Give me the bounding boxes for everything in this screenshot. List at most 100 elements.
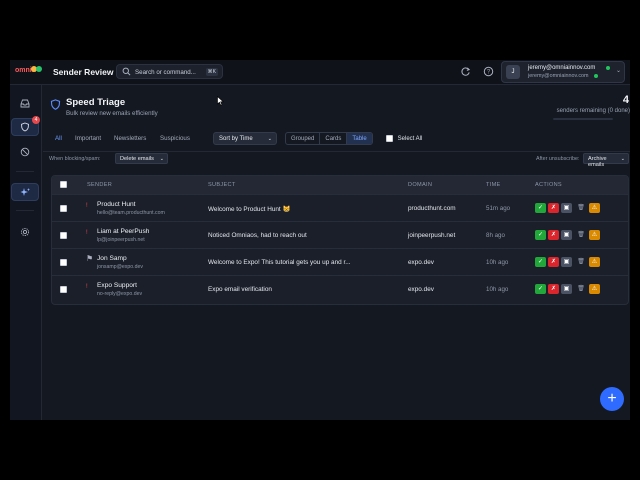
row-checkbox[interactable] — [60, 205, 67, 212]
blocking-select[interactable]: Delete emails ⌄ — [115, 153, 168, 164]
sender-domain: joinpeerpush.net — [408, 232, 456, 239]
block-button[interactable]: ✗ — [548, 284, 559, 294]
spam-button[interactable]: ⚠ — [589, 203, 600, 213]
svg-text:?: ? — [487, 70, 491, 76]
keep-button[interactable]: ✓ — [535, 203, 546, 213]
table-row[interactable]: ⚑ Jon Samp jonsamp@expo.dev Welcome to Expo… — [52, 248, 628, 275]
view-cards[interactable]: Cards — [320, 133, 348, 144]
unsubscribe-select[interactable]: Archive emails ⌄ — [583, 153, 629, 168]
refresh-icon[interactable] — [460, 66, 471, 77]
filter-bar: All Important Newsletters Suspicious Sor… — [43, 128, 630, 152]
chevron-down-icon: ⌄ — [159, 156, 164, 162]
row-checkbox[interactable] — [60, 259, 67, 266]
archive-button[interactable]: ▣ — [561, 257, 572, 267]
block-button[interactable]: ✗ — [548, 230, 559, 240]
table-row[interactable]: ! Expo Support no-reply@expo.dev Expo email… — [52, 275, 628, 302]
progress-bar — [553, 118, 613, 120]
spam-button[interactable]: ⚠ — [589, 257, 600, 267]
spam-button[interactable]: ⚠ — [589, 284, 600, 294]
table-row[interactable]: ! Liam at PeerPush lp@joinpeerpush.net Noti… — [52, 221, 628, 248]
search-placeholder: Search or command... — [135, 68, 196, 76]
tab-important[interactable]: Important — [75, 135, 101, 142]
mouse-cursor — [217, 93, 225, 111]
block-button[interactable]: ✗ — [548, 203, 559, 213]
row-checkbox[interactable] — [60, 286, 67, 293]
sender-email: jonsamp@expo.dev — [97, 264, 143, 270]
select-all[interactable]: Select All — [386, 135, 422, 142]
shield-icon — [21, 122, 29, 132]
delete-button[interactable]: 🗑 — [577, 203, 585, 213]
rail-sender-review[interactable]: 4 — [11, 116, 40, 136]
delete-button[interactable]: 🗑 — [577, 230, 585, 240]
alert-icon: ! — [86, 284, 88, 290]
unsubscribe-label: After unsubscribe: — [536, 156, 580, 162]
page-subtitle: Bulk review new emails efficiently — [66, 110, 158, 117]
keep-button[interactable]: ✓ — [535, 230, 546, 240]
rail-ai-assistant[interactable] — [11, 183, 39, 201]
account-switcher[interactable]: J jeremy@omniainnov.com jeremy@omniainno… — [501, 61, 625, 83]
column-subject[interactable]: SUBJECT — [208, 182, 236, 188]
email-subject: Expo email verification — [208, 286, 272, 293]
archive-button[interactable]: ▣ — [561, 284, 572, 294]
blocking-label: When blocking/spam: — [49, 156, 101, 162]
remaining-count: 4 — [622, 94, 629, 106]
help-icon[interactable]: ? — [483, 66, 494, 77]
sender-name: Expo Support — [97, 282, 137, 289]
received-time: 10h ago — [486, 259, 509, 266]
logo-dot — [36, 66, 42, 72]
tab-newsletters[interactable]: Newsletters — [114, 135, 146, 142]
rail-settings[interactable] — [11, 223, 39, 241]
settings-icon — [20, 227, 30, 237]
header-checkbox[interactable] — [60, 181, 67, 188]
archive-button[interactable]: ▣ — [561, 230, 572, 240]
sender-email: hello@team.producthunt.com — [97, 210, 165, 216]
search-icon — [122, 67, 131, 76]
spam-button[interactable]: ⚠ — [589, 230, 600, 240]
alert-icon: ! — [86, 203, 88, 209]
blocking-value: Delete emails — [120, 156, 154, 162]
delete-button[interactable]: 🗑 — [577, 257, 585, 267]
shield-icon — [50, 99, 61, 110]
command-search[interactable]: Search or command... ⌘K — [116, 64, 223, 79]
keep-button[interactable]: ✓ — [535, 257, 546, 267]
sender-name: Liam at PeerPush — [97, 228, 150, 235]
column-time[interactable]: TIME — [486, 182, 501, 188]
senders-table: SENDER SUBJECT DOMAIN TIME ACTIONS ! Prod… — [51, 175, 629, 305]
rail-blocked[interactable] — [11, 143, 39, 161]
sort-label: Sort by Time — [219, 136, 253, 142]
sender-name: Product Hunt — [97, 201, 136, 208]
status-dot — [594, 74, 598, 78]
tab-all[interactable]: All — [55, 135, 62, 142]
column-domain[interactable]: DOMAIN — [408, 182, 432, 188]
received-time: 51m ago — [486, 205, 511, 212]
sort-select[interactable]: Sort by Time ⌄ — [213, 132, 277, 145]
rail-divider — [16, 210, 34, 211]
chevron-down-icon: ⌄ — [267, 136, 272, 142]
app-logo[interactable]: omnia — [15, 66, 42, 78]
rail-inbox[interactable] — [11, 94, 39, 112]
column-sender[interactable]: SENDER — [87, 182, 112, 188]
table-row[interactable]: ! Product Hunt hello@team.producthunt.com W… — [52, 194, 628, 221]
view-grouped[interactable]: Grouped — [286, 133, 321, 144]
email-subject: Welcome to Expo! This tutorial gets you … — [208, 259, 351, 266]
keep-button[interactable]: ✓ — [535, 284, 546, 294]
view-table[interactable]: Table — [347, 133, 372, 144]
tab-suspicious[interactable]: Suspicious — [160, 135, 190, 142]
options-bar: When blocking/spam: Delete emails ⌄ Afte… — [43, 152, 630, 168]
block-button[interactable]: ✗ — [548, 257, 559, 267]
column-actions: ACTIONS — [535, 182, 562, 188]
sender-email: no-reply@expo.dev — [97, 291, 143, 297]
archive-button[interactable]: ▣ — [561, 203, 572, 213]
row-checkbox[interactable] — [60, 232, 67, 239]
sender-domain: expo.dev — [408, 286, 434, 293]
delete-button[interactable]: 🗑 — [577, 284, 585, 294]
sender-domain: expo.dev — [408, 259, 434, 266]
main-content: Speed Triage Bulk review new emails effi… — [43, 85, 630, 420]
add-button[interactable]: + — [600, 387, 624, 411]
app-title: Sender Review — [53, 67, 114, 77]
block-icon — [20, 147, 30, 157]
email-subject: Welcome to Product Hunt 😸 — [208, 206, 291, 213]
flag-icon: ⚑ — [86, 254, 94, 263]
view-toggle: Grouped Cards Table — [285, 132, 373, 145]
select-all-checkbox[interactable] — [386, 135, 393, 142]
